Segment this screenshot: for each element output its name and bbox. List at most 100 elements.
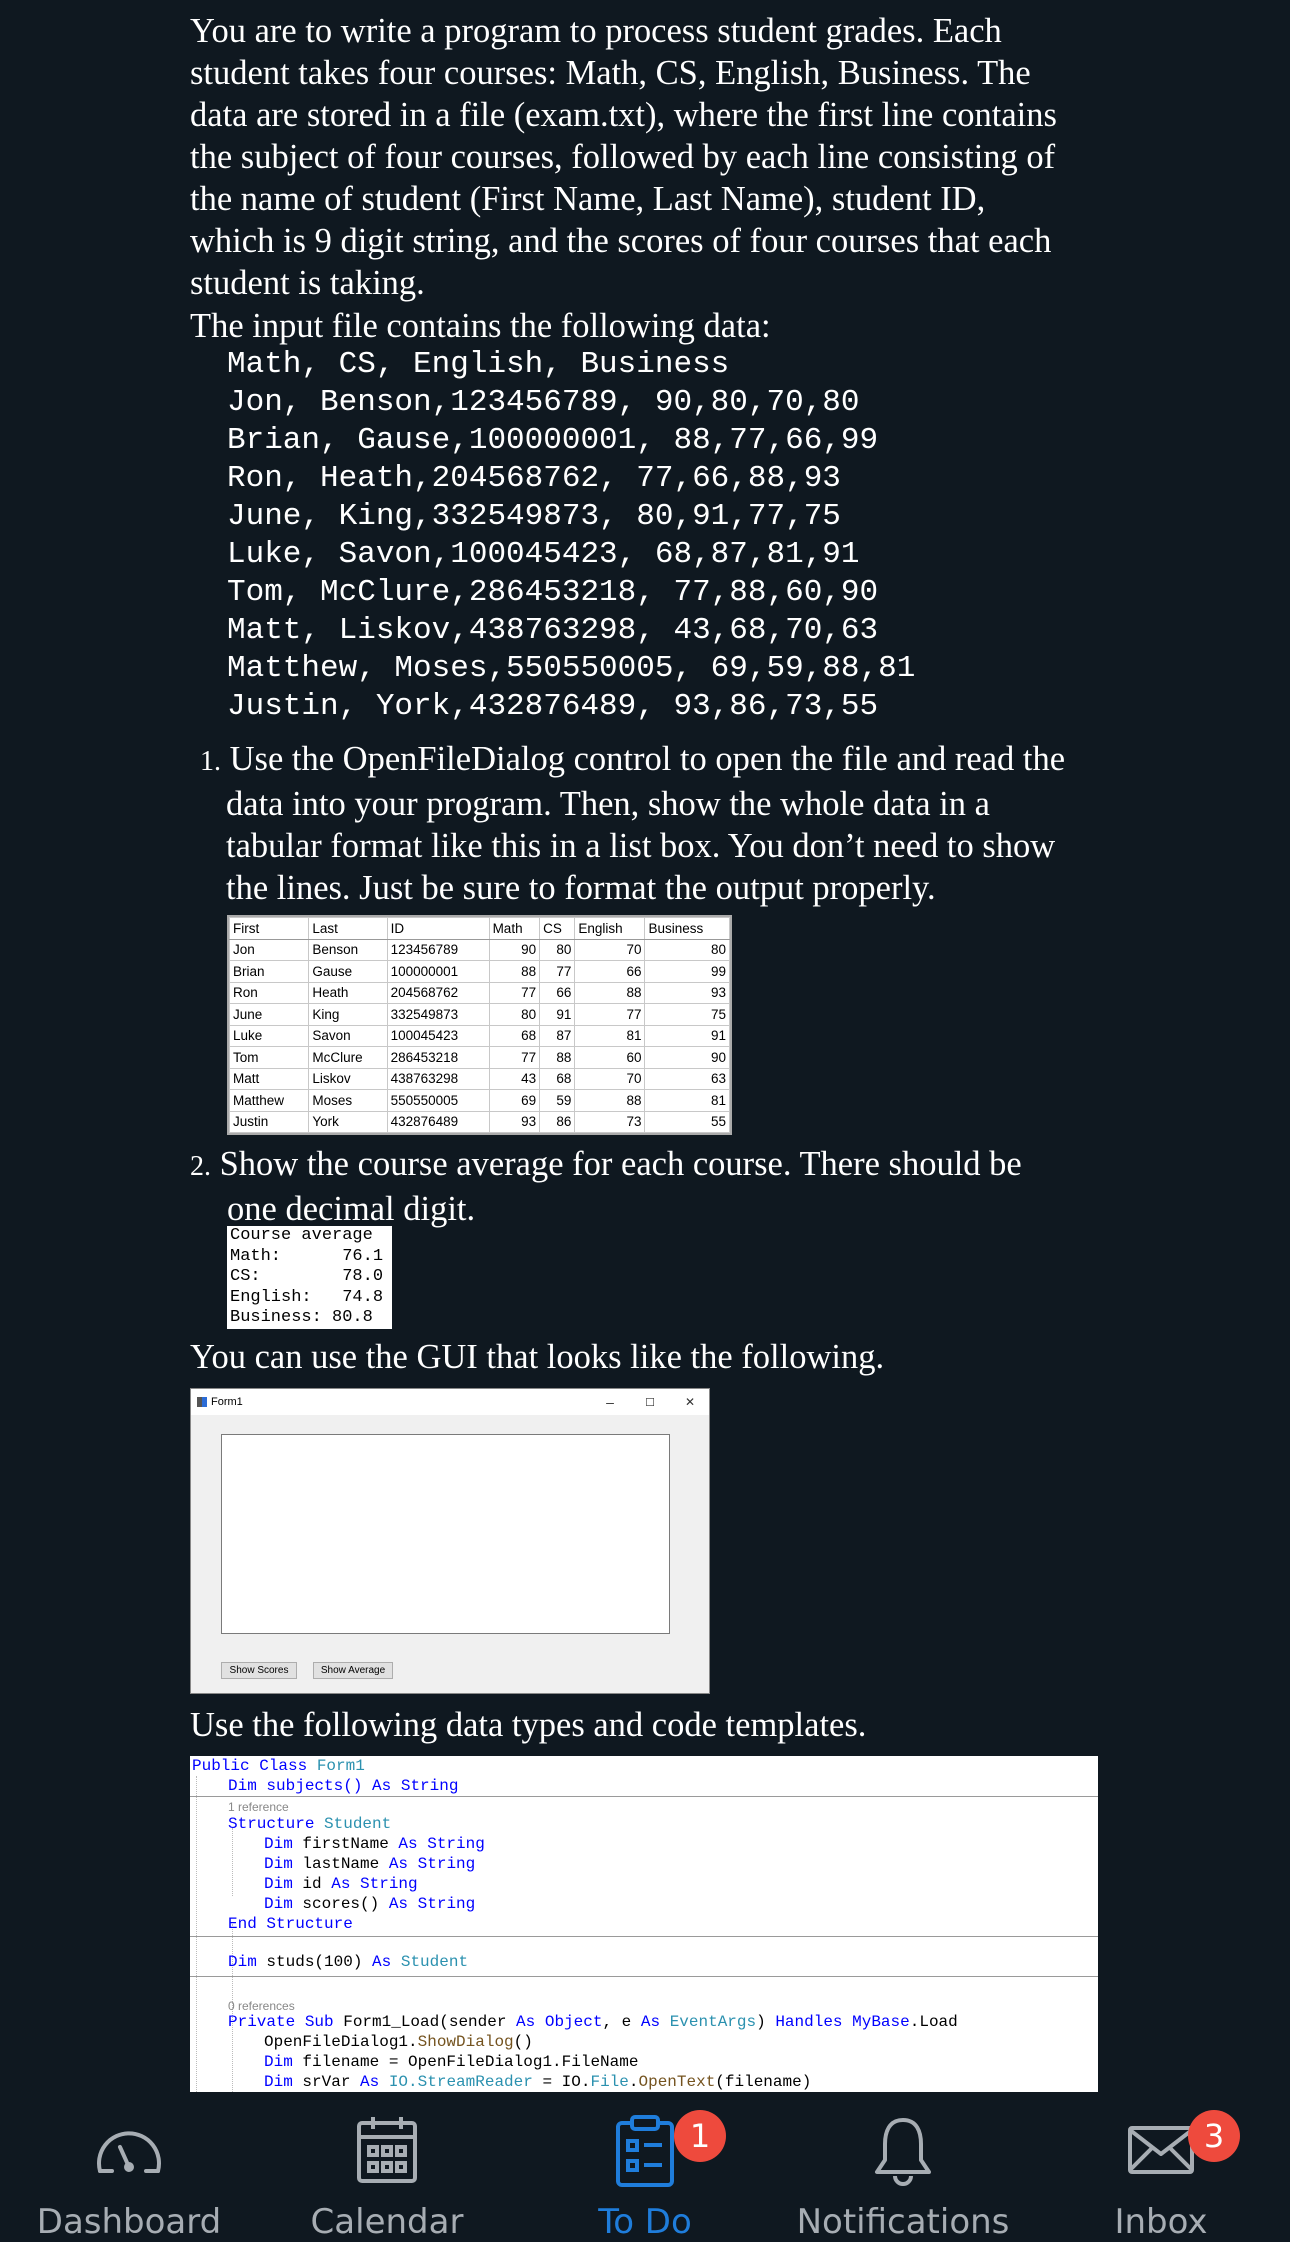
table-cell: 80 [644,938,730,961]
table-cell: 438763298 [386,1067,490,1090]
table-cell: Matthew [228,1089,310,1112]
table-cell: Justin [228,1110,310,1133]
data-line: Math, CS, English, Business [227,347,730,382]
column-header: First [228,917,310,940]
code-line: Public Class Form1 [192,1757,365,1775]
code-line: Dim filename = OpenFileDialog1.FileName [264,2053,639,2071]
table-cell: Jon [228,938,310,961]
table-cell: Liskov [308,1067,388,1090]
course-average-box: Course average Math: 76.1 CS: 78.0 English:… [227,1226,392,1329]
table-cell: 432876489 [386,1110,490,1133]
table-cell: 99 [644,960,730,983]
table-cell: 55 [644,1110,730,1133]
code-line: Dim firstName As String [264,1835,485,1853]
table-cell: 204568762 [386,981,490,1004]
table-cell: 73 [574,1110,646,1133]
data-line: Ron, Heath,204568762, 77,66,88,93 [227,461,841,496]
tab-calendar[interactable]: Calendar [258,2092,516,2242]
table-cell: 91 [644,1024,730,1047]
table-cell: Ron [228,981,310,1004]
table-cell: 63 [644,1067,730,1090]
table-cell: 90 [488,938,541,961]
tab-notifications[interactable]: Notifications [774,2092,1032,2242]
data-line: Jon, Benson,123456789, 90,80,70,80 [227,385,860,420]
code-line: Dim id As String [264,1875,418,1893]
table-cell: Gause [308,960,388,983]
average-line: Business: 80.8 [230,1308,373,1327]
form-window-preview: Form1 – ☐ ✕ Show Scores Show Average [190,1388,710,1694]
code-line: Dim scores() As String [264,1895,476,1913]
item-text: Use the OpenFileDialog control to open t… [229,740,1066,778]
table-cell: 77 [574,1003,646,1026]
envelope-icon [1121,2110,1201,2190]
calendar-icon [347,2110,427,2190]
code-line: End Structure [228,1915,353,1933]
sample-output-table: First Last ID Math CS English Business J… [227,915,732,1135]
table-cell: 80 [488,1003,541,1026]
table-cell: 68 [488,1024,541,1047]
table-cell: 43 [488,1067,541,1090]
item-text: data into your program. Then, show the w… [226,785,990,823]
table-cell: 77 [488,1046,541,1069]
item-number: 2. [190,1151,211,1182]
gui-intro-text: You can use the GUI that looks like the … [190,1338,885,1376]
intro-line: data are stored in a file (exam.txt), wh… [190,96,1057,134]
bell-icon [863,2110,943,2190]
item-text: tabular format like this in a list box. … [226,827,1056,865]
table-cell: York [308,1110,388,1133]
column-header: Math [488,917,541,940]
intro-line: the subject of four courses, followed by… [190,138,1056,176]
task-item-2: 2. Show the course average for each cour… [190,1143,1022,1230]
tab-label: Notifications [796,2202,1010,2242]
column-header: Last [308,917,388,940]
input-intro-text: The input file contains the following da… [190,307,771,345]
code-line: Structure Student [228,1815,392,1833]
code-line: Dim lastName As String [264,1855,476,1873]
table-cell: 59 [539,1089,576,1112]
table-cell: 60 [574,1046,646,1069]
table-cell: 69 [488,1089,541,1112]
code-line: OpenFileDialog1.ShowDialog() [264,2033,533,2051]
table-cell: 66 [574,960,646,983]
show-scores-button: Show Scores [221,1662,297,1679]
table-cell: 123456789 [386,938,490,961]
average-line: Math: 76.1 [230,1246,384,1266]
form-listbox [221,1434,670,1634]
tab-dashboard[interactable]: Dashboard [0,2092,258,2242]
data-line: June, King,332549873, 80,91,77,75 [227,499,841,534]
table-cell: Tom [228,1046,310,1069]
intro-paragraph: You are to write a program to process st… [190,10,1110,304]
clipboard-icon [605,2110,685,2190]
code-line: Dim studs(100) As Student [228,1953,469,1971]
table-cell: 81 [574,1024,646,1047]
code-template-image: Public Class Form1 Dim subjects() As Str… [190,1756,1098,2092]
tab-label: Calendar [310,2202,464,2242]
table-cell: Brian [228,960,310,983]
table-cell: 70 [574,938,646,961]
table-cell: 90 [644,1046,730,1069]
average-line: Course average [230,1226,373,1245]
code-line: Dim subjects() As String [228,1777,459,1795]
table-cell: 93 [488,1110,541,1133]
table-cell: Savon [308,1024,388,1047]
table-row: Ron Heath 204568762 77 66 88 93 [228,981,730,1004]
item-text: the lines. Just be sure to format the ou… [226,869,936,907]
code-line: Dim srVar As IO.StreamReader = IO.File.O… [264,2073,812,2091]
item-number: 1. [200,746,221,777]
data-line: Matthew, Moses,550550005, 69,59,88,81 [227,651,916,686]
table-row: June King 332549873 80 91 77 75 [228,1003,730,1026]
table-cell: 77 [539,960,576,983]
tab-to-do[interactable]: 1 To Do [516,2092,774,2242]
gauge-icon [89,2110,169,2190]
table-cell: Moses [308,1089,388,1112]
table-cell: Heath [308,981,388,1004]
table-cell: Benson [308,938,388,961]
todo-badge: 1 [674,2110,726,2162]
maximize-icon: ☐ [645,1396,655,1409]
table-row: Matt Liskov 438763298 43 68 70 63 [228,1067,730,1090]
tab-inbox[interactable]: 3 Inbox [1032,2092,1290,2242]
table-cell: 93 [644,981,730,1004]
table-cell: 87 [539,1024,576,1047]
tab-label: To Do [598,2202,692,2242]
table-row: Tom McClure 286453218 77 88 60 90 [228,1046,730,1069]
